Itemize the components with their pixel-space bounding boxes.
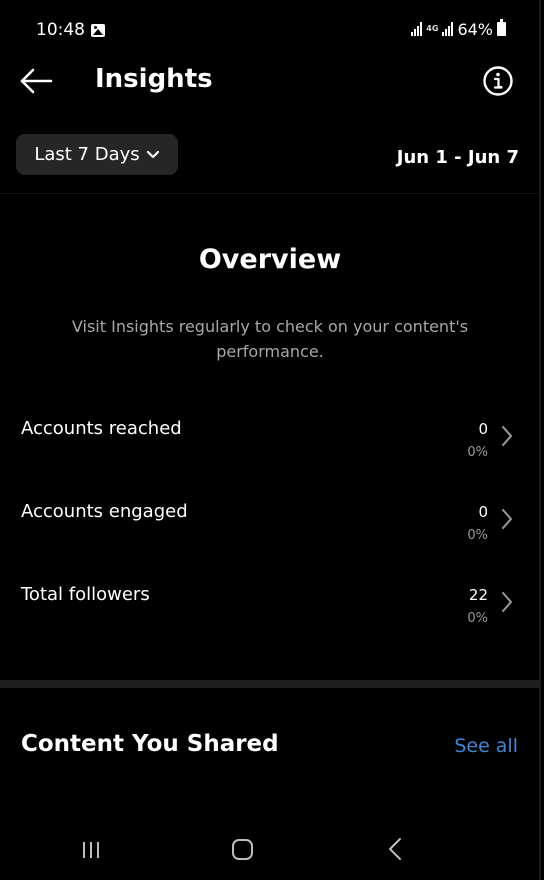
see-all-link[interactable]: See all bbox=[454, 735, 518, 757]
chevron-right-icon bbox=[502, 592, 512, 612]
system-nav-bar bbox=[0, 830, 540, 870]
home-icon bbox=[232, 839, 253, 860]
chevron-down-icon bbox=[146, 150, 159, 158]
network-type: 4G bbox=[426, 24, 439, 33]
battery-percent: 64% bbox=[457, 20, 493, 39]
metric-value: 22 bbox=[468, 586, 488, 604]
gallery-notification-icon bbox=[91, 24, 105, 37]
metric-change: 0% bbox=[467, 445, 488, 460]
recent-apps-icon bbox=[83, 842, 99, 858]
system-back-button[interactable] bbox=[376, 836, 416, 864]
chevron-right-icon bbox=[502, 426, 512, 446]
home-button[interactable] bbox=[222, 836, 262, 864]
section-divider bbox=[0, 680, 540, 688]
metric-row-accounts-reached[interactable]: Accounts reached 0 0% bbox=[0, 418, 540, 478]
chevron-right-icon bbox=[502, 509, 512, 529]
metric-row-total-followers[interactable]: Total followers 22 0% bbox=[0, 584, 540, 644]
metric-change: 0% bbox=[467, 611, 488, 626]
arrow-left-icon bbox=[20, 68, 53, 94]
date-range-dropdown-label: Last 7 Days bbox=[34, 144, 140, 165]
status-time: 10:48 bbox=[36, 20, 85, 40]
recent-apps-button[interactable] bbox=[72, 836, 112, 864]
date-range-dropdown[interactable]: Last 7 Days bbox=[16, 134, 178, 175]
metric-label: Accounts engaged bbox=[21, 501, 188, 522]
signal-icon-2 bbox=[442, 22, 454, 36]
metric-label: Accounts reached bbox=[21, 418, 182, 439]
back-icon bbox=[389, 838, 401, 860]
date-range-text: Jun 1 - Jun 7 bbox=[396, 147, 519, 168]
header: Insights bbox=[0, 56, 544, 106]
signal-icon bbox=[411, 22, 423, 36]
info-circle-icon bbox=[483, 66, 513, 96]
battery-icon bbox=[497, 19, 506, 36]
info-button[interactable] bbox=[482, 65, 514, 97]
back-button[interactable] bbox=[18, 64, 54, 98]
metric-row-accounts-engaged[interactable]: Accounts engaged 0 0% bbox=[0, 501, 540, 561]
metric-label: Total followers bbox=[21, 584, 150, 605]
divider bbox=[0, 193, 540, 194]
metric-value: 0 bbox=[478, 420, 488, 438]
page-title: Insights bbox=[95, 64, 213, 94]
metric-change: 0% bbox=[467, 528, 488, 543]
content-shared-title: Content You Shared bbox=[21, 731, 279, 757]
status-indicators: 4G 64% bbox=[411, 19, 506, 39]
overview-title: Overview bbox=[198, 244, 342, 275]
metric-value: 0 bbox=[478, 503, 488, 521]
status-bar: 10:48 4G 64% bbox=[0, 16, 544, 46]
overview-description: Visit Insights regularly to check on you… bbox=[71, 317, 469, 361]
